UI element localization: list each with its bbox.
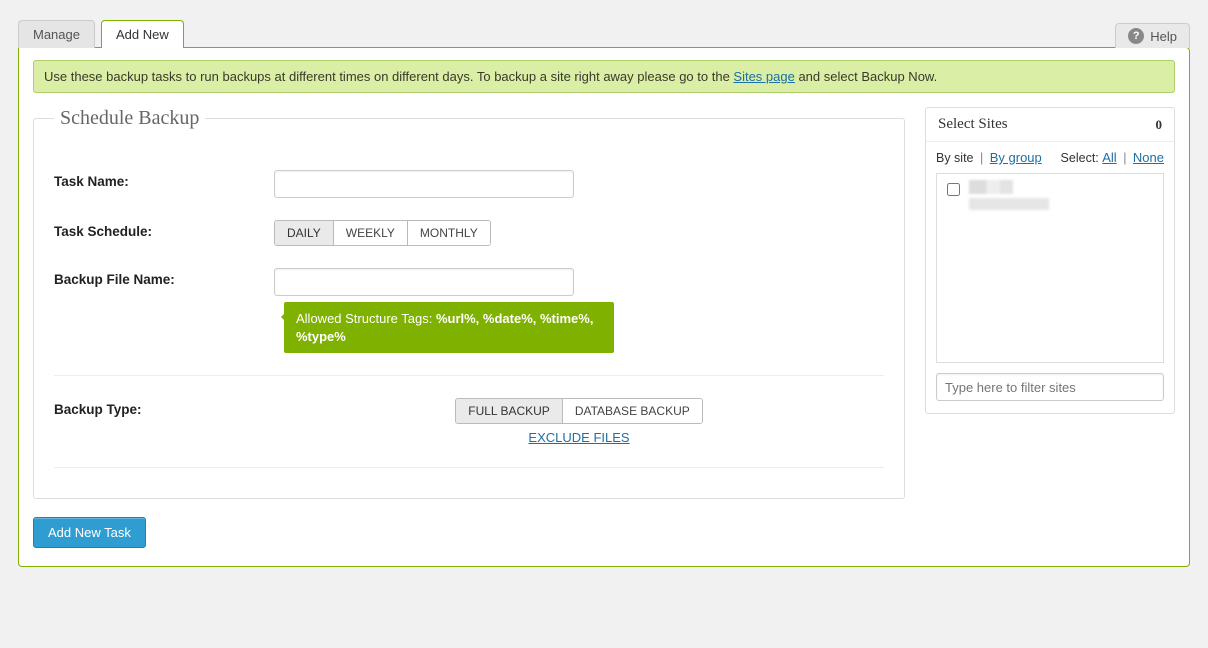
notice-text-pre: Use these backup tasks to run backups at… — [44, 69, 733, 84]
tab-bar: Manage Add New — [18, 20, 184, 48]
backup-type-label: Backup Type: — [54, 398, 274, 417]
select-label: Select: — [1061, 151, 1099, 165]
help-label: Help — [1150, 29, 1177, 44]
by-group-link[interactable]: By group — [990, 150, 1042, 165]
tab-manage[interactable]: Manage — [18, 20, 95, 48]
task-name-label: Task Name: — [54, 170, 274, 189]
backup-filename-input[interactable] — [274, 268, 574, 296]
select-sites-title: Select Sites — [938, 116, 1008, 133]
fieldset-legend: Schedule Backup — [54, 107, 205, 130]
filename-tags-tooltip: Allowed Structure Tags: %url%, %date%, %… — [284, 302, 614, 353]
tooltip-lead: Allowed Structure Tags: — [296, 311, 436, 326]
sites-list[interactable] — [936, 173, 1164, 363]
site-checkbox[interactable] — [947, 183, 960, 196]
filter-sites-input[interactable] — [936, 373, 1164, 401]
backup-type-group: FULL BACKUP DATABASE BACKUP — [455, 398, 703, 424]
schedule-daily[interactable]: DAILY — [275, 221, 333, 245]
backup-type-database[interactable]: DATABASE BACKUP — [562, 399, 702, 423]
help-button[interactable]: ? Help — [1115, 23, 1190, 48]
schedule-weekly[interactable]: WEEKLY — [333, 221, 407, 245]
backup-filename-label: Backup File Name: — [54, 268, 274, 287]
separator-2 — [54, 467, 884, 468]
site-thumb — [969, 180, 1013, 194]
sites-view-switch: By site | By group — [936, 150, 1042, 165]
select-none-link[interactable]: None — [1133, 150, 1164, 165]
task-name-input[interactable] — [274, 170, 574, 198]
select-all-link[interactable]: All — [1102, 150, 1116, 165]
separator — [54, 375, 884, 376]
help-icon: ? — [1128, 28, 1144, 44]
backup-type-full[interactable]: FULL BACKUP — [456, 399, 562, 423]
schedule-backup-fieldset: Schedule Backup Task Name: Task Schedule… — [33, 107, 905, 499]
sites-page-link[interactable]: Sites page — [733, 69, 794, 84]
site-name — [969, 198, 1049, 210]
by-site-label: By site — [936, 151, 974, 165]
list-item[interactable] — [943, 180, 1157, 210]
main-panel: Use these backup tasks to run backups at… — [18, 47, 1190, 567]
notice-text-post: and select Backup Now. — [795, 69, 937, 84]
info-notice: Use these backup tasks to run backups at… — [33, 60, 1175, 93]
sites-select-switch: Select: All | None — [1061, 150, 1164, 165]
schedule-monthly[interactable]: MONTHLY — [407, 221, 490, 245]
task-schedule-label: Task Schedule: — [54, 220, 274, 239]
select-sites-count: 0 — [1156, 117, 1163, 133]
add-new-task-button[interactable]: Add New Task — [33, 517, 146, 548]
select-sites-box: Select Sites 0 By site | By group Select… — [925, 107, 1175, 414]
tab-add-new[interactable]: Add New — [101, 20, 184, 48]
exclude-files-link[interactable]: EXCLUDE FILES — [528, 430, 629, 445]
schedule-frequency-group: DAILY WEEKLY MONTHLY — [274, 220, 491, 246]
